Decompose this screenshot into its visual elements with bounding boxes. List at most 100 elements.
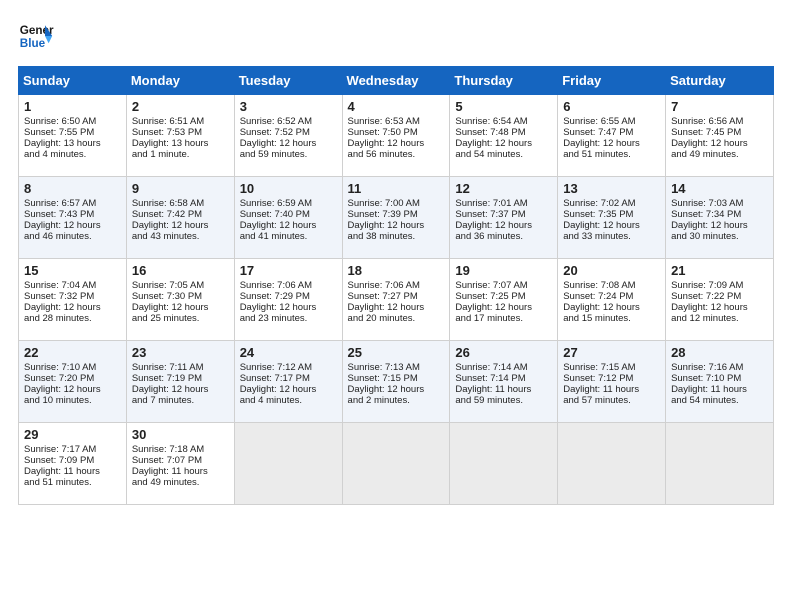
calendar-cell: 6Sunrise: 6:55 AMSunset: 7:47 PMDaylight… — [558, 95, 666, 177]
day-info-line: and 46 minutes. — [24, 231, 121, 242]
day-info-line: Daylight: 12 hours — [455, 302, 552, 313]
day-info-line: and 51 minutes. — [563, 149, 660, 160]
day-info-line: and 15 minutes. — [563, 313, 660, 324]
day-info-line: Sunrise: 6:50 AM — [24, 116, 121, 127]
day-info-line: Sunrise: 7:15 AM — [563, 362, 660, 373]
day-info-line: and 4 minutes. — [24, 149, 121, 160]
day-info-line: Sunrise: 7:04 AM — [24, 280, 121, 291]
day-info-line: Daylight: 12 hours — [671, 220, 768, 231]
day-info-line: Sunset: 7:32 PM — [24, 291, 121, 302]
calendar-cell — [234, 423, 342, 505]
calendar-cell: 2Sunrise: 6:51 AMSunset: 7:53 PMDaylight… — [126, 95, 234, 177]
calendar-cell: 4Sunrise: 6:53 AMSunset: 7:50 PMDaylight… — [342, 95, 450, 177]
day-info-line: Daylight: 12 hours — [348, 302, 445, 313]
calendar-week-row: 15Sunrise: 7:04 AMSunset: 7:32 PMDayligh… — [19, 259, 774, 341]
day-info-line: Sunrise: 7:05 AM — [132, 280, 229, 291]
calendar-week-row: 1 Sunrise: 6:50 AMSunset: 7:55 PM Daylight… — [19, 95, 774, 177]
day-info-line: Daylight: 11 hours — [24, 466, 121, 477]
day-info-line: Sunrise: 6:55 AM — [563, 116, 660, 127]
day-info-line: and 54 minutes. — [455, 149, 552, 160]
page-container: General Blue SundayMondayTuesdayWednesda… — [0, 0, 792, 515]
day-number: 22 — [24, 345, 121, 360]
day-info-line: and 25 minutes. — [132, 313, 229, 324]
day-info-line: Daylight: 13 hours — [132, 138, 229, 149]
day-info-line: Daylight: 12 hours — [24, 220, 121, 231]
calendar-cell: 16Sunrise: 7:05 AMSunset: 7:30 PMDayligh… — [126, 259, 234, 341]
day-info-line: and 33 minutes. — [563, 231, 660, 242]
day-info-line: Daylight: 12 hours — [240, 302, 337, 313]
day-number: 6 — [563, 99, 660, 114]
calendar-cell: 5Sunrise: 6:54 AMSunset: 7:48 PMDaylight… — [450, 95, 558, 177]
day-number: 5 — [455, 99, 552, 114]
weekday-header: Saturday — [666, 67, 774, 95]
day-info-line: Sunrise: 7:03 AM — [671, 198, 768, 209]
day-info-line: Sunset: 7:52 PM — [240, 127, 337, 138]
day-info-line: Sunset: 7:30 PM — [132, 291, 229, 302]
day-info-line: Sunset: 7:07 PM — [132, 455, 229, 466]
day-info-line: Sunrise: 7:06 AM — [240, 280, 337, 291]
day-number: 2 — [132, 99, 229, 114]
calendar-week-row: 8Sunrise: 6:57 AMSunset: 7:43 PMDaylight… — [19, 177, 774, 259]
day-info-line: Sunset: 7:39 PM — [348, 209, 445, 220]
day-info-line: Sunrise: 6:52 AM — [240, 116, 337, 127]
calendar-cell: 11Sunrise: 7:00 AMSunset: 7:39 PMDayligh… — [342, 177, 450, 259]
day-info-line: Sunset: 7:45 PM — [671, 127, 768, 138]
day-info-line: Sunrise: 6:57 AM — [24, 198, 121, 209]
day-info-line: Daylight: 12 hours — [455, 220, 552, 231]
weekday-header-row: SundayMondayTuesdayWednesdayThursdayFrid… — [19, 67, 774, 95]
day-number: 11 — [348, 181, 445, 196]
day-info-line: Daylight: 11 hours — [132, 466, 229, 477]
day-number: 1 — [24, 99, 121, 114]
day-info-line: Daylight: 12 hours — [132, 302, 229, 313]
day-info-line: Sunset: 7:37 PM — [455, 209, 552, 220]
day-info-line: and 54 minutes. — [671, 395, 768, 406]
calendar-cell: 21Sunrise: 7:09 AMSunset: 7:22 PMDayligh… — [666, 259, 774, 341]
day-info-line: Sunset: 7:40 PM — [240, 209, 337, 220]
day-info-line: and 17 minutes. — [455, 313, 552, 324]
day-info-line: Sunset: 7:55 PM — [24, 127, 121, 138]
day-info-line: Sunrise: 6:53 AM — [348, 116, 445, 127]
day-info-line: and 2 minutes. — [348, 395, 445, 406]
day-info-line: and 59 minutes. — [240, 149, 337, 160]
day-number: 8 — [24, 181, 121, 196]
day-info-line: Daylight: 11 hours — [563, 384, 660, 395]
day-info-line: Sunset: 7:20 PM — [24, 373, 121, 384]
day-info-line: Sunset: 7:24 PM — [563, 291, 660, 302]
day-number: 3 — [240, 99, 337, 114]
day-info-line: and 4 minutes. — [240, 395, 337, 406]
day-info-line: Sunset: 7:35 PM — [563, 209, 660, 220]
day-info-line: Sunrise: 6:56 AM — [671, 116, 768, 127]
day-info-line: Sunset: 7:25 PM — [455, 291, 552, 302]
day-info-line: Sunrise: 7:06 AM — [348, 280, 445, 291]
day-info-line: Daylight: 12 hours — [348, 138, 445, 149]
day-info-line: Sunset: 7:42 PM — [132, 209, 229, 220]
day-info-line: and 38 minutes. — [348, 231, 445, 242]
day-number: 25 — [348, 345, 445, 360]
calendar-cell: 30Sunrise: 7:18 AMSunset: 7:07 PMDayligh… — [126, 423, 234, 505]
day-number: 4 — [348, 99, 445, 114]
calendar-cell — [558, 423, 666, 505]
page-header: General Blue — [18, 18, 774, 54]
day-info-line: Daylight: 12 hours — [563, 220, 660, 231]
day-info-line: Sunrise: 7:14 AM — [455, 362, 552, 373]
day-info-line: Sunset: 7:19 PM — [132, 373, 229, 384]
calendar-cell: 1Sunrise: 6:50 AMSunset: 7:55 PMDaylight… — [19, 95, 127, 177]
day-info-line: Daylight: 12 hours — [240, 138, 337, 149]
day-info-line: and 7 minutes. — [132, 395, 229, 406]
day-info-line: and 23 minutes. — [240, 313, 337, 324]
day-info-line: Daylight: 11 hours — [671, 384, 768, 395]
day-number: 17 — [240, 263, 337, 278]
calendar-cell — [666, 423, 774, 505]
day-info-line: Sunset: 7:29 PM — [240, 291, 337, 302]
logo-icon: General Blue — [18, 18, 54, 54]
day-info-line: and 30 minutes. — [671, 231, 768, 242]
day-info-line: Daylight: 12 hours — [24, 302, 121, 313]
day-info-line: Daylight: 12 hours — [24, 384, 121, 395]
calendar-cell: 22Sunrise: 7:10 AMSunset: 7:20 PMDayligh… — [19, 341, 127, 423]
day-info-line: Daylight: 12 hours — [671, 302, 768, 313]
day-number: 15 — [24, 263, 121, 278]
day-info-line: Sunset: 7:47 PM — [563, 127, 660, 138]
weekday-header: Friday — [558, 67, 666, 95]
day-number: 26 — [455, 345, 552, 360]
day-number: 13 — [563, 181, 660, 196]
